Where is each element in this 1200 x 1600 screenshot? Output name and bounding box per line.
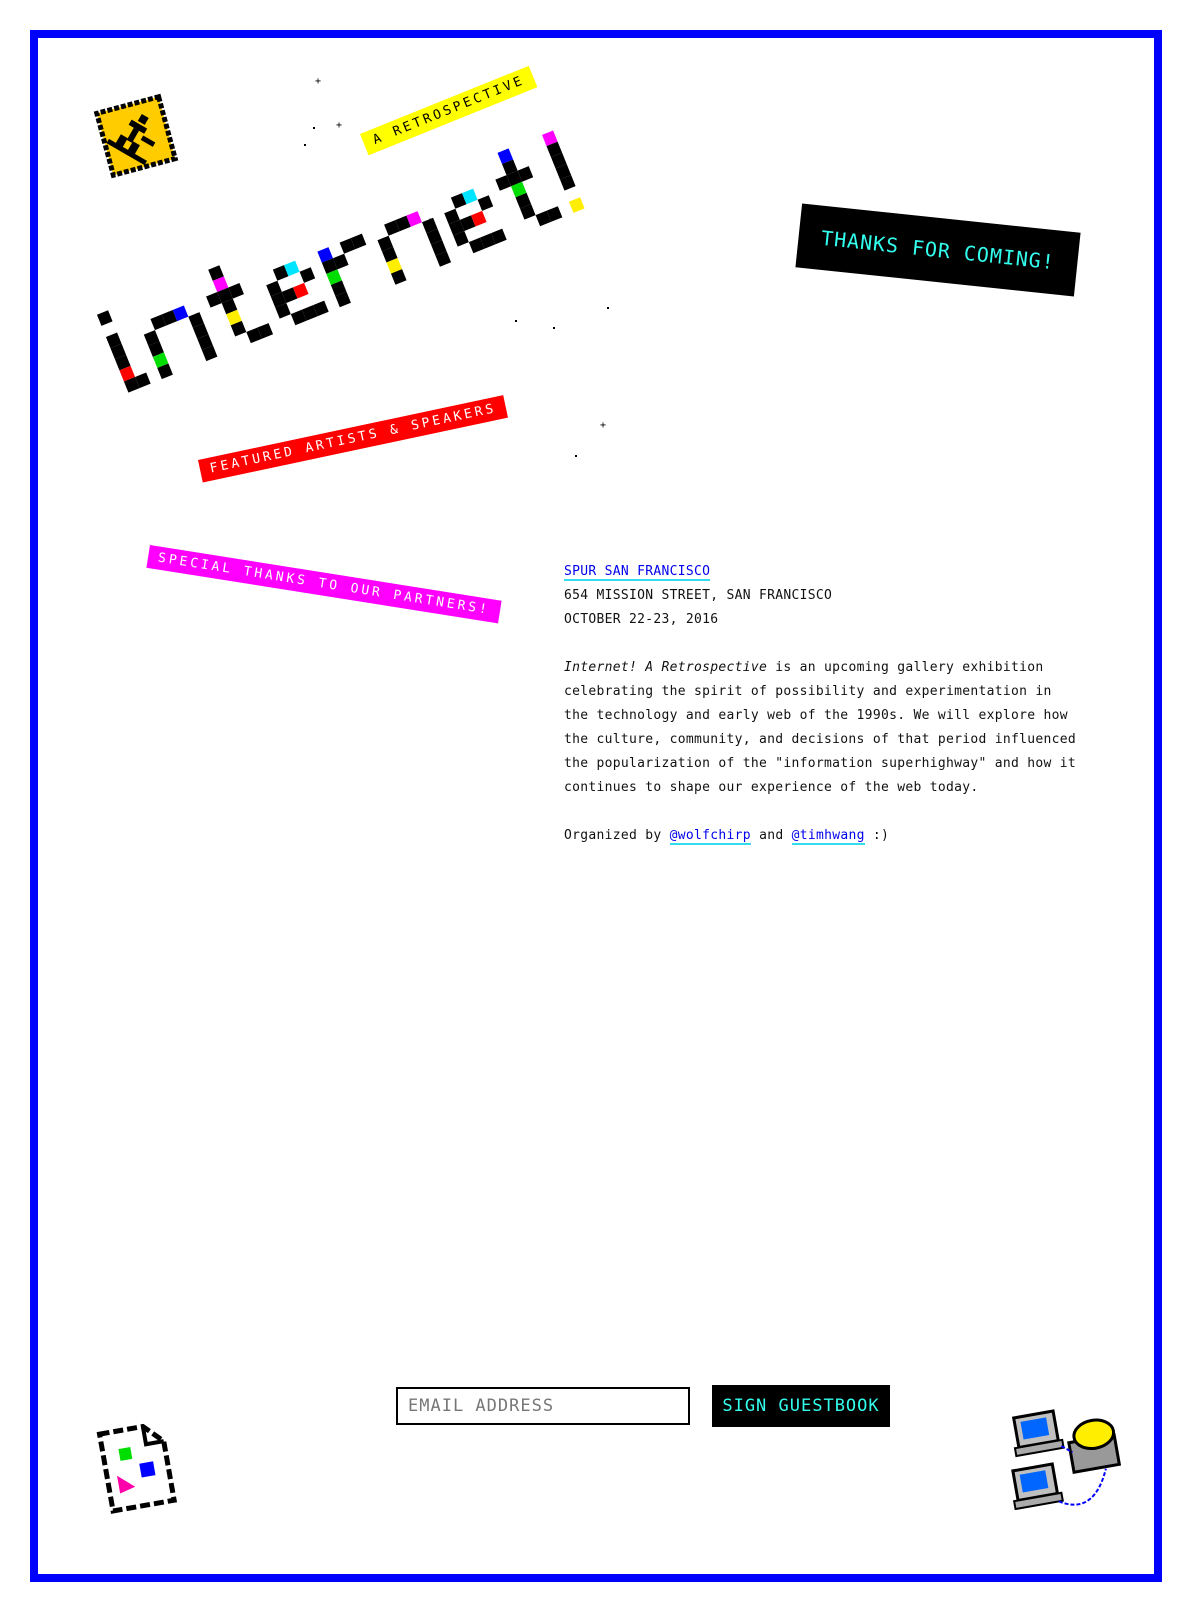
organizers-prefix: Organized by [564,828,670,843]
network-computers-icon [1008,1405,1130,1517]
email-input[interactable] [396,1387,690,1425]
sparkle-icon: + [336,120,343,131]
organizer-link-timhwang[interactable]: @timhwang [791,828,865,845]
broken-document-icon [92,1420,184,1516]
sign-guestbook-button[interactable]: SIGN GUESTBOOK [712,1385,890,1427]
dot-decoration [553,327,555,329]
title-pixel [96,310,113,326]
dot-decoration [607,307,609,309]
organizer-link-wolfchirp[interactable]: @wolfchirp [669,828,751,845]
event-dates: OCTOBER 22-23, 2016 [564,612,719,627]
event-description: Internet! A Retrospective is an upcoming… [564,656,1084,800]
venue-link[interactable]: SPUR SAN FRANCISCO [564,564,711,581]
title-pixel [477,195,494,211]
organizers-suffix: :) [864,828,890,843]
sparkle-icon: + [315,76,322,87]
title-pixel [568,197,585,213]
venue-address: 654 MISSION STREET, SAN FRANCISCO [564,588,833,603]
sparkle-icon: + [600,420,607,431]
dot-decoration [304,144,306,146]
title-pixel [299,267,316,283]
event-info: SPUR SAN FRANCISCO 654 MISSION STREET, S… [564,560,1084,848]
event-title-italic: Internet! A Retrospective [564,660,768,675]
dot-decoration [575,455,577,457]
sparkle-icon: + [427,216,434,227]
dot-decoration [515,320,517,322]
organizers-line: Organized by @wolfchirp and @timhwang :) [564,824,1084,848]
dot-decoration [313,127,315,129]
dot-decoration [804,248,806,250]
description-body: is an upcoming gallery exhibition celebr… [564,660,1076,795]
organizers-joiner: and [750,828,792,843]
